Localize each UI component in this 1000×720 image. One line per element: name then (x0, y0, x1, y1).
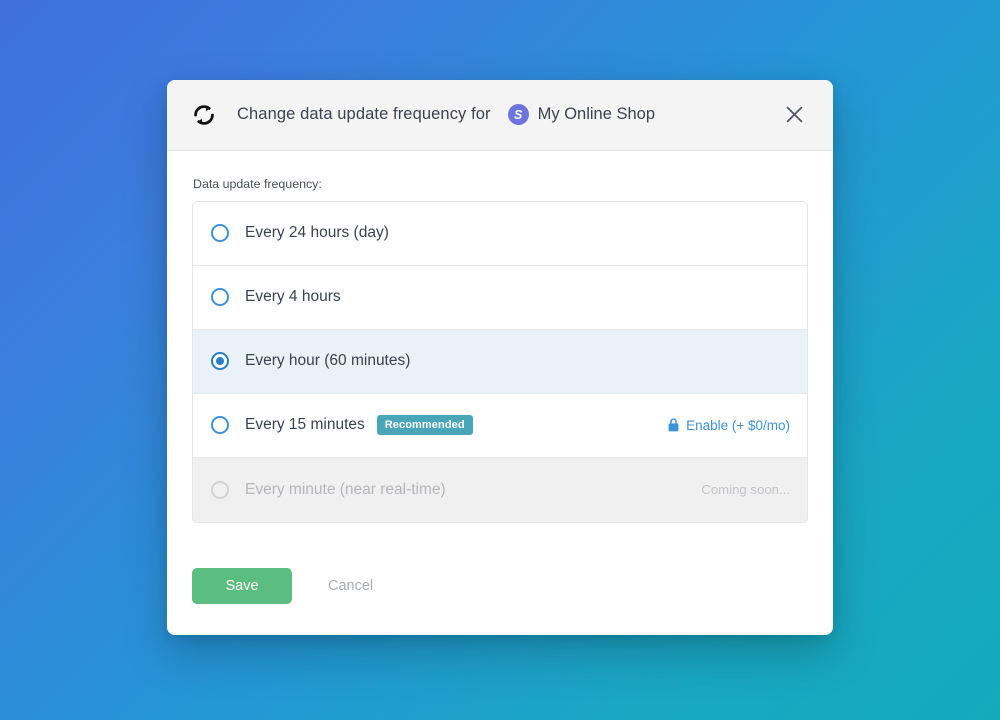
shop-chip: S My Online Shop (507, 104, 656, 125)
option-label: Every 24 hours (day) (245, 224, 389, 241)
sync-refresh-icon (191, 102, 237, 128)
option-row-every-24-hours[interactable]: Every 24 hours (day) (193, 201, 807, 266)
radio-icon-disabled (211, 480, 229, 499)
dialog-title: Change data update frequency for (237, 105, 491, 123)
dialog-footer: Save Cancel (167, 522, 833, 635)
radio-icon[interactable] (211, 224, 229, 242)
option-label: Every hour (60 minutes) (245, 352, 411, 369)
frequency-options-list: Every 24 hours (day) Every 4 hours Every… (192, 200, 808, 523)
lock-icon (668, 418, 686, 432)
close-icon (786, 106, 803, 123)
enable-link-label: Enable (+ $0/mo) (686, 417, 790, 433)
enable-upgrade-link[interactable]: Enable (+ $0/mo) (668, 418, 790, 433)
cancel-button[interactable]: Cancel (320, 572, 381, 600)
dialog-header: Change data update frequency for S My On… (167, 79, 833, 151)
frequency-field-label: Data update frequency: (193, 176, 322, 191)
recommended-badge: Recommended (376, 415, 473, 435)
shop-avatar: S (507, 104, 529, 125)
option-label: Every minute (near real-time) (245, 480, 446, 498)
radio-icon[interactable] (211, 288, 229, 306)
option-row-every-15-minutes[interactable]: Every 15 minutes Recommended Enable (+ $… (193, 393, 807, 458)
coming-soon-status: Coming soon... (701, 482, 790, 497)
option-label: Every 15 minutes (245, 416, 365, 433)
option-row-every-hour[interactable]: Every hour (60 minutes) (193, 329, 807, 394)
shop-name: My Online Shop (537, 105, 656, 123)
option-row-every-4-hours[interactable]: Every 4 hours (193, 265, 807, 330)
save-button[interactable]: Save (192, 567, 292, 604)
option-label: Every 4 hours (245, 288, 341, 305)
change-frequency-dialog: Change data update frequency for S My On… (167, 79, 833, 635)
dialog-body: Data update frequency: Every 24 hours (d… (167, 150, 833, 523)
close-button[interactable] (777, 98, 811, 132)
radio-icon-selected[interactable] (211, 352, 229, 370)
radio-icon[interactable] (211, 416, 229, 434)
option-row-every-minute: Every minute (near real-time) Coming soo… (193, 457, 807, 522)
